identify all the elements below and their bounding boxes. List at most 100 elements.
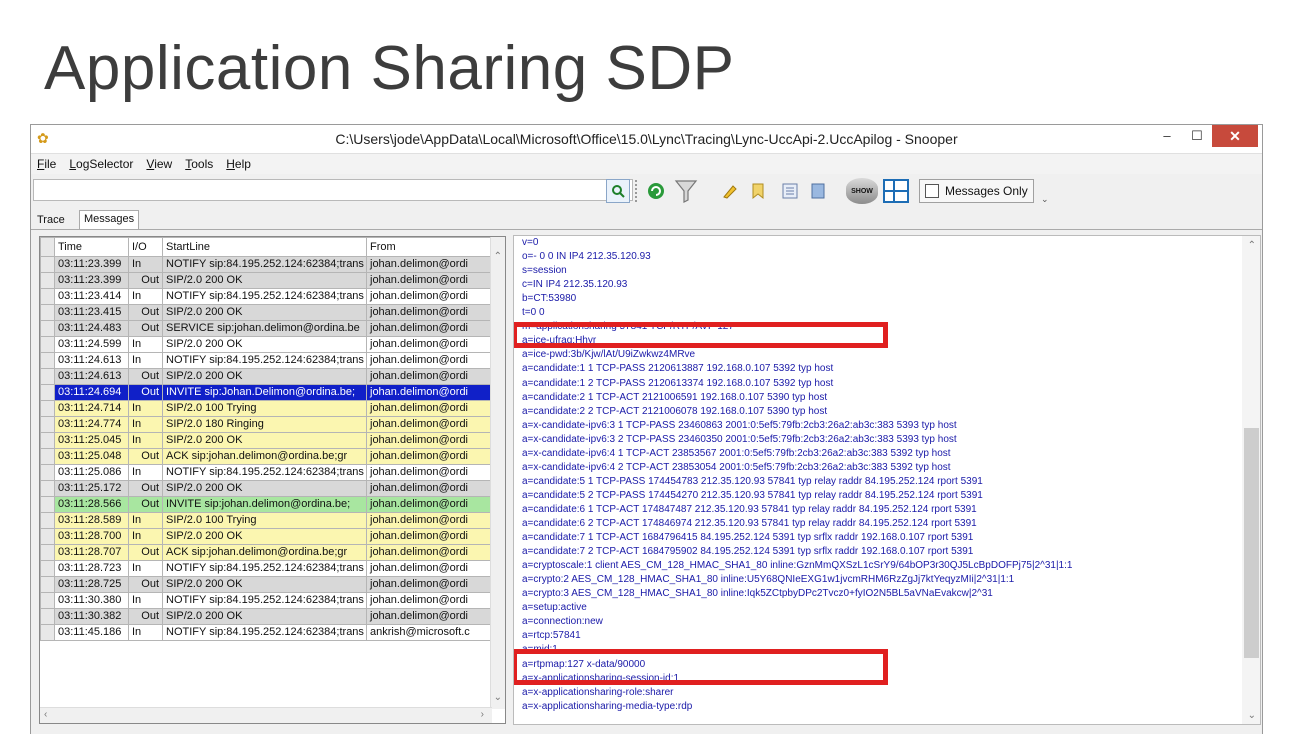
row-select-cell[interactable] xyxy=(40,416,55,433)
row-select-cell[interactable] xyxy=(40,624,55,641)
message-grid-horizontal-scrollbar[interactable]: ‹ › xyxy=(40,707,492,723)
sdp-line: a=crypto:3 AES_CM_128_HMAC_SHA1_80 inlin… xyxy=(522,588,993,600)
row-select-cell[interactable] xyxy=(40,512,55,529)
scroll-left-icon[interactable]: ‹ xyxy=(44,709,47,720)
table-row[interactable]: 03:11:28.589 In SIP/2.0 100 Trying johan.de… xyxy=(40,512,493,529)
row-select-cell[interactable] xyxy=(40,368,55,385)
table-row[interactable]: 03:11:28.725 Out SIP/2.0 200 OK johan.delim… xyxy=(40,576,493,593)
cell-startline: SERVICE sip:johan.delimon@ordina.be xyxy=(162,320,367,337)
column-header-io[interactable]: I/O xyxy=(128,237,163,257)
scroll-up-icon[interactable]: ⌃ xyxy=(494,251,502,262)
tab-strip: Trace Messages xyxy=(31,210,1262,230)
messages-only-toggle[interactable]: Messages Only xyxy=(919,179,1034,203)
table-row[interactable]: 03:11:28.707 Out ACK sip:johan.delimon@ord… xyxy=(40,544,493,561)
row-select-cell[interactable] xyxy=(40,352,55,369)
row-select-cell[interactable] xyxy=(40,400,55,417)
table-row[interactable]: 03:11:28.723 In NOTIFY sip:84.195.252.124:… xyxy=(40,560,493,577)
table-row[interactable]: 03:11:24.613 In NOTIFY sip:84.195.252.124:… xyxy=(40,352,493,369)
menu-logselector[interactable]: LogSelector xyxy=(69,157,133,171)
cell-io: Out xyxy=(128,384,163,401)
row-select-cell[interactable] xyxy=(40,560,55,577)
tab-messages[interactable]: Messages xyxy=(79,210,140,230)
sdp-vertical-scrollbar[interactable]: ⌃ ⌄ xyxy=(1242,236,1260,724)
row-select-cell[interactable] xyxy=(40,256,55,273)
column-header-from[interactable]: From xyxy=(366,237,493,257)
sdp-line: a=crypto:2 AES_CM_128_HMAC_SHA1_80 inlin… xyxy=(522,574,1015,586)
row-select-cell[interactable] xyxy=(40,528,55,545)
menu-view[interactable]: View xyxy=(146,157,172,171)
row-select-cell[interactable] xyxy=(40,432,55,449)
menu-help[interactable]: Help xyxy=(226,157,251,171)
title-bar: ✿ C:\Users\jode\AppData\Local\Microsoft\… xyxy=(31,125,1262,154)
highlighter-icon[interactable] xyxy=(717,178,743,204)
table-row[interactable]: 03:11:30.380 In NOTIFY sip:84.195.252.124:… xyxy=(40,592,493,609)
messages-only-label: Messages Only xyxy=(945,184,1028,198)
row-select-cell[interactable] xyxy=(40,336,55,353)
maximize-button[interactable]: ☐ xyxy=(1182,125,1212,147)
cell-startline: NOTIFY sip:84.195.252.124:62384;trans xyxy=(162,352,367,369)
cell-time: 03:11:23.399 xyxy=(54,256,129,273)
table-row[interactable]: 03:11:24.714 In SIP/2.0 100 Trying johan.de… xyxy=(40,400,493,417)
table-row[interactable]: 03:11:23.399 Out SIP/2.0 200 OK johan.delim… xyxy=(40,272,493,289)
column-header-startline[interactable]: StartLine xyxy=(162,237,367,257)
scroll-down-icon[interactable]: ⌄ xyxy=(494,692,502,703)
table-row[interactable]: 03:11:24.774 In SIP/2.0 180 Ringing johan.d… xyxy=(40,416,493,433)
scroll-up-icon[interactable]: ⌃ xyxy=(1248,240,1256,251)
document-list-icon[interactable] xyxy=(777,178,803,204)
row-select-cell[interactable] xyxy=(40,272,55,289)
table-row[interactable]: 03:11:25.086 In NOTIFY sip:84.195.252.124:… xyxy=(40,464,493,481)
row-select-cell[interactable] xyxy=(40,480,55,497)
row-select-cell[interactable] xyxy=(40,592,55,609)
row-select-cell[interactable] xyxy=(40,384,55,401)
row-select-cell[interactable] xyxy=(40,544,55,561)
table-row[interactable]: 03:11:24.483 Out SERVICE sip:johan.delimon… xyxy=(40,320,493,337)
scroll-down-icon[interactable]: ⌄ xyxy=(1248,710,1256,721)
menu-file[interactable]: File xyxy=(37,157,56,171)
refresh-icon[interactable] xyxy=(643,178,669,204)
messages-only-checkbox[interactable] xyxy=(925,184,939,198)
search-combo[interactable]: ⌄ xyxy=(33,179,633,201)
row-select-cell[interactable] xyxy=(40,288,55,305)
cell-from: johan.delimon@ordi xyxy=(366,368,493,385)
show-button[interactable]: SHOW xyxy=(846,178,878,204)
table-row[interactable]: 03:11:28.566 Out INVITE sip:johan.delimon@… xyxy=(40,496,493,513)
table-row[interactable]: 03:11:24.613 Out SIP/2.0 200 OK johan.delim… xyxy=(40,368,493,385)
row-select-cell[interactable] xyxy=(40,304,55,321)
message-grid-vertical-scrollbar[interactable]: ⌃ ⌄ xyxy=(490,237,505,709)
row-select-cell[interactable] xyxy=(40,576,55,593)
search-icon[interactable] xyxy=(606,179,630,203)
column-header-time[interactable]: Time xyxy=(54,237,129,257)
document-icon[interactable] xyxy=(805,178,831,204)
row-select-cell[interactable] xyxy=(40,496,55,513)
cell-io: In xyxy=(128,592,163,609)
cell-startline: SIP/2.0 180 Ringing xyxy=(162,416,367,433)
row-select-cell[interactable] xyxy=(40,464,55,481)
row-select-cell[interactable] xyxy=(40,608,55,625)
cell-io: In xyxy=(128,560,163,577)
row-select-cell[interactable] xyxy=(40,320,55,337)
bookmark-icon[interactable] xyxy=(745,178,771,204)
table-row[interactable]: 03:11:23.414 In NOTIFY sip:84.195.252.124:… xyxy=(40,288,493,305)
table-row[interactable]: 03:11:28.700 In SIP/2.0 200 OK johan.delimo… xyxy=(40,528,493,545)
table-row[interactable]: 03:11:25.172 Out SIP/2.0 200 OK johan.delim… xyxy=(40,480,493,497)
toolbar-overflow-icon[interactable]: ⌄ xyxy=(1041,194,1049,205)
scroll-right-icon[interactable]: › xyxy=(481,709,484,720)
table-row[interactable]: 03:11:23.415 Out SIP/2.0 200 OK johan.delim… xyxy=(40,304,493,321)
table-row[interactable]: 03:11:24.599 In SIP/2.0 200 OK johan.delimo… xyxy=(40,336,493,353)
close-button[interactable]: ✕ xyxy=(1212,125,1258,147)
table-row[interactable]: 03:11:23.399 In NOTIFY sip:84.195.252.124:… xyxy=(40,256,493,273)
minimize-button[interactable]: – xyxy=(1152,125,1182,147)
row-select-cell[interactable] xyxy=(40,448,55,465)
table-row[interactable]: 03:11:45.186 In NOTIFY sip:84.195.252.124:… xyxy=(40,624,493,641)
table-row[interactable]: 03:11:25.048 Out ACK sip:johan.delimon@ord… xyxy=(40,448,493,465)
table-row[interactable]: 03:11:25.045 In SIP/2.0 200 OK johan.delimo… xyxy=(40,432,493,449)
table-row[interactable]: 03:11:30.382 Out SIP/2.0 200 OK johan.delim… xyxy=(40,608,493,625)
filter-icon[interactable] xyxy=(673,178,699,204)
scrollbar-thumb[interactable] xyxy=(1244,428,1259,658)
cell-from: johan.delimon@ordi xyxy=(366,416,493,433)
table-row[interactable]: 03:11:24.694 Out INVITE sip:Johan.Delimon@… xyxy=(40,384,493,401)
cell-from: johan.delimon@ordi xyxy=(366,496,493,513)
layout-split-icon[interactable] xyxy=(883,179,909,203)
tab-trace[interactable]: Trace xyxy=(33,212,69,229)
menu-tools[interactable]: Tools xyxy=(185,157,213,171)
